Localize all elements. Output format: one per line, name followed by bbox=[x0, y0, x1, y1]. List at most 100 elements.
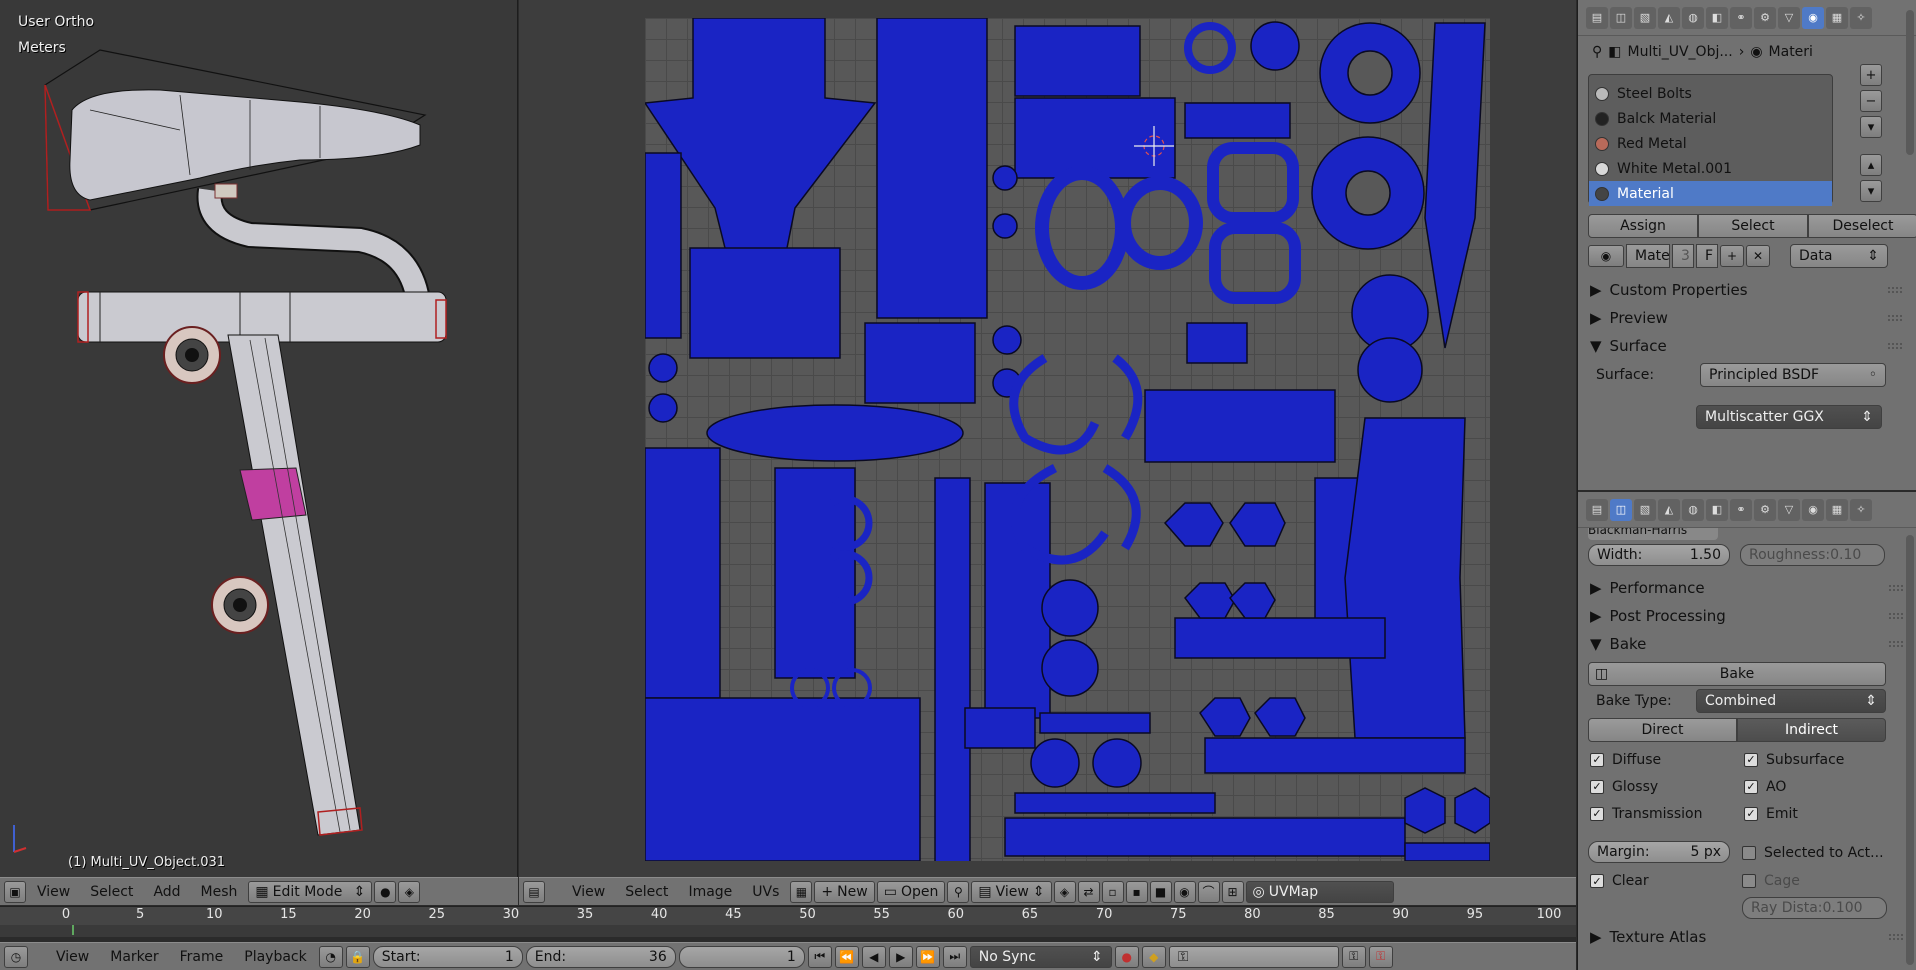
material-name-field[interactable]: Mate bbox=[1626, 244, 1670, 268]
snap-icon[interactable]: ⌒ bbox=[1197, 880, 1220, 903]
vertex-select-icon[interactable]: ▫ bbox=[1101, 880, 1124, 903]
users-count[interactable]: 3 bbox=[1672, 244, 1694, 268]
material-browse-icon[interactable]: ◉ bbox=[1588, 245, 1624, 267]
add-slot-icon[interactable]: + bbox=[1860, 64, 1882, 86]
material-slot[interactable]: Balck Material bbox=[1589, 106, 1832, 131]
subsurface-checkbox[interactable]: ✓ Subsurface bbox=[1744, 746, 1898, 773]
glossy-checkbox[interactable]: ✓ Glossy bbox=[1590, 773, 1744, 800]
current-frame-field[interactable]: 1 bbox=[678, 945, 805, 968]
uv-editor-type-icon[interactable]: ▤ bbox=[523, 880, 545, 903]
editor-type-icon[interactable]: ▣ bbox=[4, 880, 26, 903]
filter-type-field[interactable]: Blackman-Harris bbox=[1588, 528, 1718, 540]
pivot-icon[interactable]: ◈ bbox=[398, 880, 421, 903]
timeline-track[interactable] bbox=[0, 925, 1576, 937]
deselect-button[interactable]: Deselect bbox=[1808, 214, 1916, 238]
section-post-processing[interactable]: ▶ Post Processing bbox=[1578, 602, 1916, 630]
tl-menu-view[interactable]: View bbox=[47, 949, 98, 965]
indirect-toggle[interactable]: Indirect bbox=[1737, 718, 1886, 742]
layers-tab-icon[interactable]: ▧ bbox=[1634, 498, 1656, 521]
pin-icon[interactable]: ⚲ bbox=[947, 880, 970, 903]
assign-button[interactable]: Assign bbox=[1588, 214, 1698, 238]
editor-menu-icon[interactable]: ▤ bbox=[1586, 498, 1608, 521]
section-texture-atlas[interactable]: ▶ Texture Atlas bbox=[1578, 923, 1916, 951]
keying-set-field[interactable]: ⚿ bbox=[1168, 945, 1339, 968]
grip-icon[interactable] bbox=[1888, 287, 1902, 293]
grip-icon[interactable] bbox=[1889, 585, 1903, 591]
pin-icon[interactable]: ⚲ bbox=[1592, 44, 1602, 60]
select-button[interactable]: Select bbox=[1698, 214, 1808, 238]
width-field[interactable]: Width: 1.50 bbox=[1588, 544, 1730, 566]
distribution-select[interactable]: Multiscatter GGX ⇕ bbox=[1696, 405, 1882, 429]
unlink-material-icon[interactable]: ✕ bbox=[1746, 245, 1770, 267]
section-surface[interactable]: ▼ Surface bbox=[1578, 332, 1916, 360]
slot-specials-icon[interactable]: ▾ bbox=[1860, 116, 1882, 138]
diffuse-checkbox[interactable]: ✓ Diffuse bbox=[1590, 746, 1744, 773]
snap-target-icon[interactable]: ⊞ bbox=[1221, 880, 1244, 903]
menu-add[interactable]: Add bbox=[144, 884, 189, 900]
record-icon[interactable]: ● bbox=[1114, 945, 1139, 968]
clear-checkbox[interactable]: ✓ Clear bbox=[1588, 869, 1742, 893]
material-tab-icon[interactable]: ◉ bbox=[1802, 6, 1824, 29]
world-tab-icon[interactable]: ◍ bbox=[1682, 6, 1704, 29]
face-select-icon[interactable]: ■ bbox=[1149, 880, 1172, 903]
texture-tab-icon[interactable]: ▦ bbox=[1826, 6, 1848, 29]
object-tab-icon[interactable]: ◧ bbox=[1706, 498, 1728, 521]
uvmap-select[interactable]: ◎ UVMap bbox=[1245, 880, 1394, 903]
proportional-icon[interactable]: ◉ bbox=[1173, 880, 1196, 903]
direct-toggle[interactable]: Direct bbox=[1588, 718, 1737, 742]
edge-select-icon[interactable]: ▪ bbox=[1125, 880, 1148, 903]
jump-end-icon[interactable]: ⏭ bbox=[942, 945, 967, 968]
viewport-3d[interactable]: User Ortho Meters (1) Multi_UV_Object.03… bbox=[0, 0, 518, 877]
tl-menu-marker[interactable]: Marker bbox=[101, 949, 167, 965]
texture-tab-icon[interactable]: ▦ bbox=[1826, 498, 1848, 521]
play-reverse-icon[interactable]: ◀ bbox=[861, 945, 886, 968]
pivot-uv-icon[interactable]: ◈ bbox=[1053, 880, 1076, 903]
material-slot[interactable]: Steel Bolts bbox=[1589, 81, 1832, 106]
uv-menu-uvs[interactable]: UVs bbox=[743, 884, 788, 900]
transmission-checkbox[interactable]: ✓ Transmission bbox=[1590, 800, 1744, 827]
material-list[interactable]: Steel Bolts Balck Material Red Metal White … bbox=[1588, 74, 1833, 206]
uv-canvas[interactable] bbox=[645, 18, 1490, 861]
constraints-tab-icon[interactable]: ⚭ bbox=[1730, 6, 1752, 29]
roughness-field[interactable]: Roughness:0.10 bbox=[1740, 544, 1885, 566]
ray-distance-field[interactable]: Ray Dista:0.100 bbox=[1742, 897, 1887, 919]
data-tab-icon[interactable]: ▽ bbox=[1778, 6, 1800, 29]
uv-menu-view[interactable]: View bbox=[563, 884, 614, 900]
cage-checkbox[interactable]: Cage bbox=[1742, 869, 1896, 893]
section-custom-properties[interactable]: ▶ Custom Properties bbox=[1578, 276, 1916, 304]
object-tab-icon[interactable]: ◧ bbox=[1706, 6, 1728, 29]
section-bake[interactable]: ▼ Bake bbox=[1578, 630, 1916, 658]
editor-menu-icon[interactable]: ▤ bbox=[1586, 6, 1608, 29]
sync-select[interactable]: No Sync ⇕ bbox=[969, 945, 1112, 968]
grip-icon[interactable] bbox=[1889, 613, 1903, 619]
jump-start-icon[interactable]: ⏮ bbox=[807, 945, 832, 968]
next-keyframe-icon[interactable]: ⏩ bbox=[915, 945, 940, 968]
open-image-button[interactable]: ▭ Open bbox=[876, 880, 946, 903]
tl-menu-frame[interactable]: Frame bbox=[171, 949, 233, 965]
keyset-icon[interactable]: ◆ bbox=[1141, 945, 1166, 968]
particles-tab-icon[interactable]: ✧ bbox=[1850, 498, 1872, 521]
scene-tab-icon[interactable]: ◭ bbox=[1658, 6, 1680, 29]
uv-menu-image[interactable]: Image bbox=[679, 884, 741, 900]
material-tab-icon[interactable]: ◉ bbox=[1802, 498, 1824, 521]
move-up-icon[interactable]: ▴ bbox=[1860, 154, 1882, 176]
new-image-button[interactable]: + New bbox=[814, 880, 875, 903]
layers-tab-icon[interactable]: ▧ bbox=[1634, 6, 1656, 29]
data-tab-icon[interactable]: ▽ bbox=[1778, 498, 1800, 521]
material-slot[interactable]: Material bbox=[1589, 181, 1832, 206]
image-browse-icon[interactable]: ▦ bbox=[790, 880, 813, 903]
surface-shader-select[interactable]: Principled BSDF ◦ bbox=[1700, 363, 1886, 387]
uv-editor[interactable] bbox=[519, 0, 1576, 877]
uv-islands[interactable] bbox=[645, 18, 1490, 861]
menu-select[interactable]: Select bbox=[81, 884, 142, 900]
new-material-icon[interactable]: + bbox=[1720, 245, 1744, 267]
section-performance[interactable]: ▶ Performance bbox=[1578, 574, 1916, 602]
menu-mesh[interactable]: Mesh bbox=[192, 884, 247, 900]
tl-menu-playback[interactable]: Playback bbox=[235, 949, 315, 965]
mode-select[interactable]: ▦ Edit Mode ⇕ bbox=[248, 880, 373, 903]
grip-icon[interactable] bbox=[1889, 934, 1903, 940]
render-tab-icon[interactable]: ◫ bbox=[1610, 498, 1632, 521]
grip-icon[interactable] bbox=[1888, 343, 1902, 349]
particles-tab-icon[interactable]: ✧ bbox=[1850, 6, 1872, 29]
timeline-ruler[interactable]: 0 5 10 15 20 25 30 35 40 45 50 55 60 65 70 75 80 85 90 95 10… bbox=[0, 906, 1576, 937]
